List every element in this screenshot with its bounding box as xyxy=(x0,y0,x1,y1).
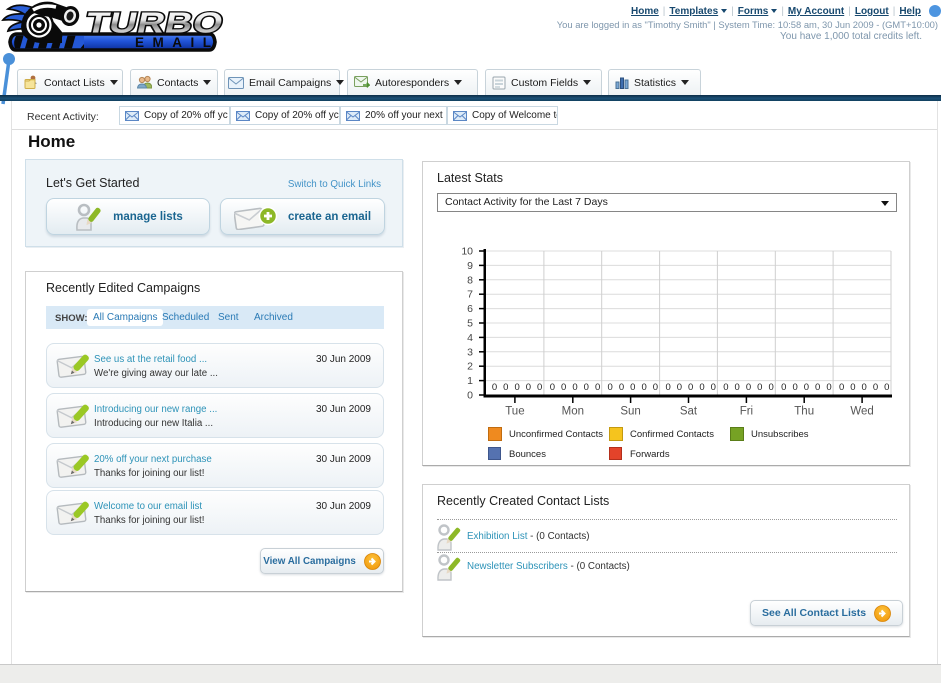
svg-text:0: 0 xyxy=(723,382,728,393)
svg-text:0: 0 xyxy=(561,382,566,393)
svg-text:0: 0 xyxy=(850,382,855,393)
svg-text:0: 0 xyxy=(781,382,786,393)
svg-text:0: 0 xyxy=(619,382,624,393)
svg-text:0: 0 xyxy=(711,382,716,393)
svg-text:0: 0 xyxy=(653,382,658,393)
svg-text:0: 0 xyxy=(526,382,531,393)
svg-text:4: 4 xyxy=(467,332,473,344)
svg-text:1: 1 xyxy=(467,375,473,387)
svg-text:0: 0 xyxy=(584,382,589,393)
svg-text:0: 0 xyxy=(467,390,473,402)
svg-text:0: 0 xyxy=(503,382,508,393)
svg-text:Tue: Tue xyxy=(505,406,524,418)
svg-text:0: 0 xyxy=(550,382,555,393)
svg-text:0: 0 xyxy=(735,382,740,393)
svg-text:6: 6 xyxy=(467,303,473,315)
svg-text:0: 0 xyxy=(699,382,704,393)
svg-text:0: 0 xyxy=(826,382,831,393)
svg-text:3: 3 xyxy=(467,346,473,358)
svg-text:0: 0 xyxy=(862,382,867,393)
svg-text:Wed: Wed xyxy=(850,406,873,418)
svg-text:2: 2 xyxy=(467,361,473,373)
svg-text:Sun: Sun xyxy=(620,406,640,418)
svg-text:0: 0 xyxy=(873,382,878,393)
svg-text:8: 8 xyxy=(467,274,473,286)
svg-text:0: 0 xyxy=(688,382,693,393)
svg-text:5: 5 xyxy=(467,318,473,330)
svg-text:0: 0 xyxy=(884,382,889,393)
svg-text:0: 0 xyxy=(746,382,751,393)
svg-text:0: 0 xyxy=(757,382,762,393)
svg-text:0: 0 xyxy=(641,382,646,393)
svg-text:Fri: Fri xyxy=(740,406,753,418)
svg-text:0: 0 xyxy=(768,382,773,393)
svg-text:Mon: Mon xyxy=(562,406,584,418)
svg-text:7: 7 xyxy=(467,289,473,301)
svg-text:9: 9 xyxy=(467,260,473,272)
svg-text:0: 0 xyxy=(815,382,820,393)
svg-text:0: 0 xyxy=(804,382,809,393)
svg-text:0: 0 xyxy=(572,382,577,393)
svg-text:10: 10 xyxy=(461,246,473,258)
svg-text:0: 0 xyxy=(630,382,635,393)
svg-text:0: 0 xyxy=(514,382,519,393)
svg-text:0: 0 xyxy=(677,382,682,393)
svg-text:0: 0 xyxy=(665,382,670,393)
svg-text:Thu: Thu xyxy=(794,406,814,418)
svg-text:0: 0 xyxy=(608,382,613,393)
svg-text:0: 0 xyxy=(839,382,844,393)
svg-text:TURBO: TURBO xyxy=(83,7,227,39)
svg-text:0: 0 xyxy=(492,382,497,393)
svg-text:Sat: Sat xyxy=(680,406,698,418)
svg-text:0: 0 xyxy=(792,382,797,393)
svg-text:0: 0 xyxy=(595,382,600,393)
svg-text:0: 0 xyxy=(537,382,542,393)
